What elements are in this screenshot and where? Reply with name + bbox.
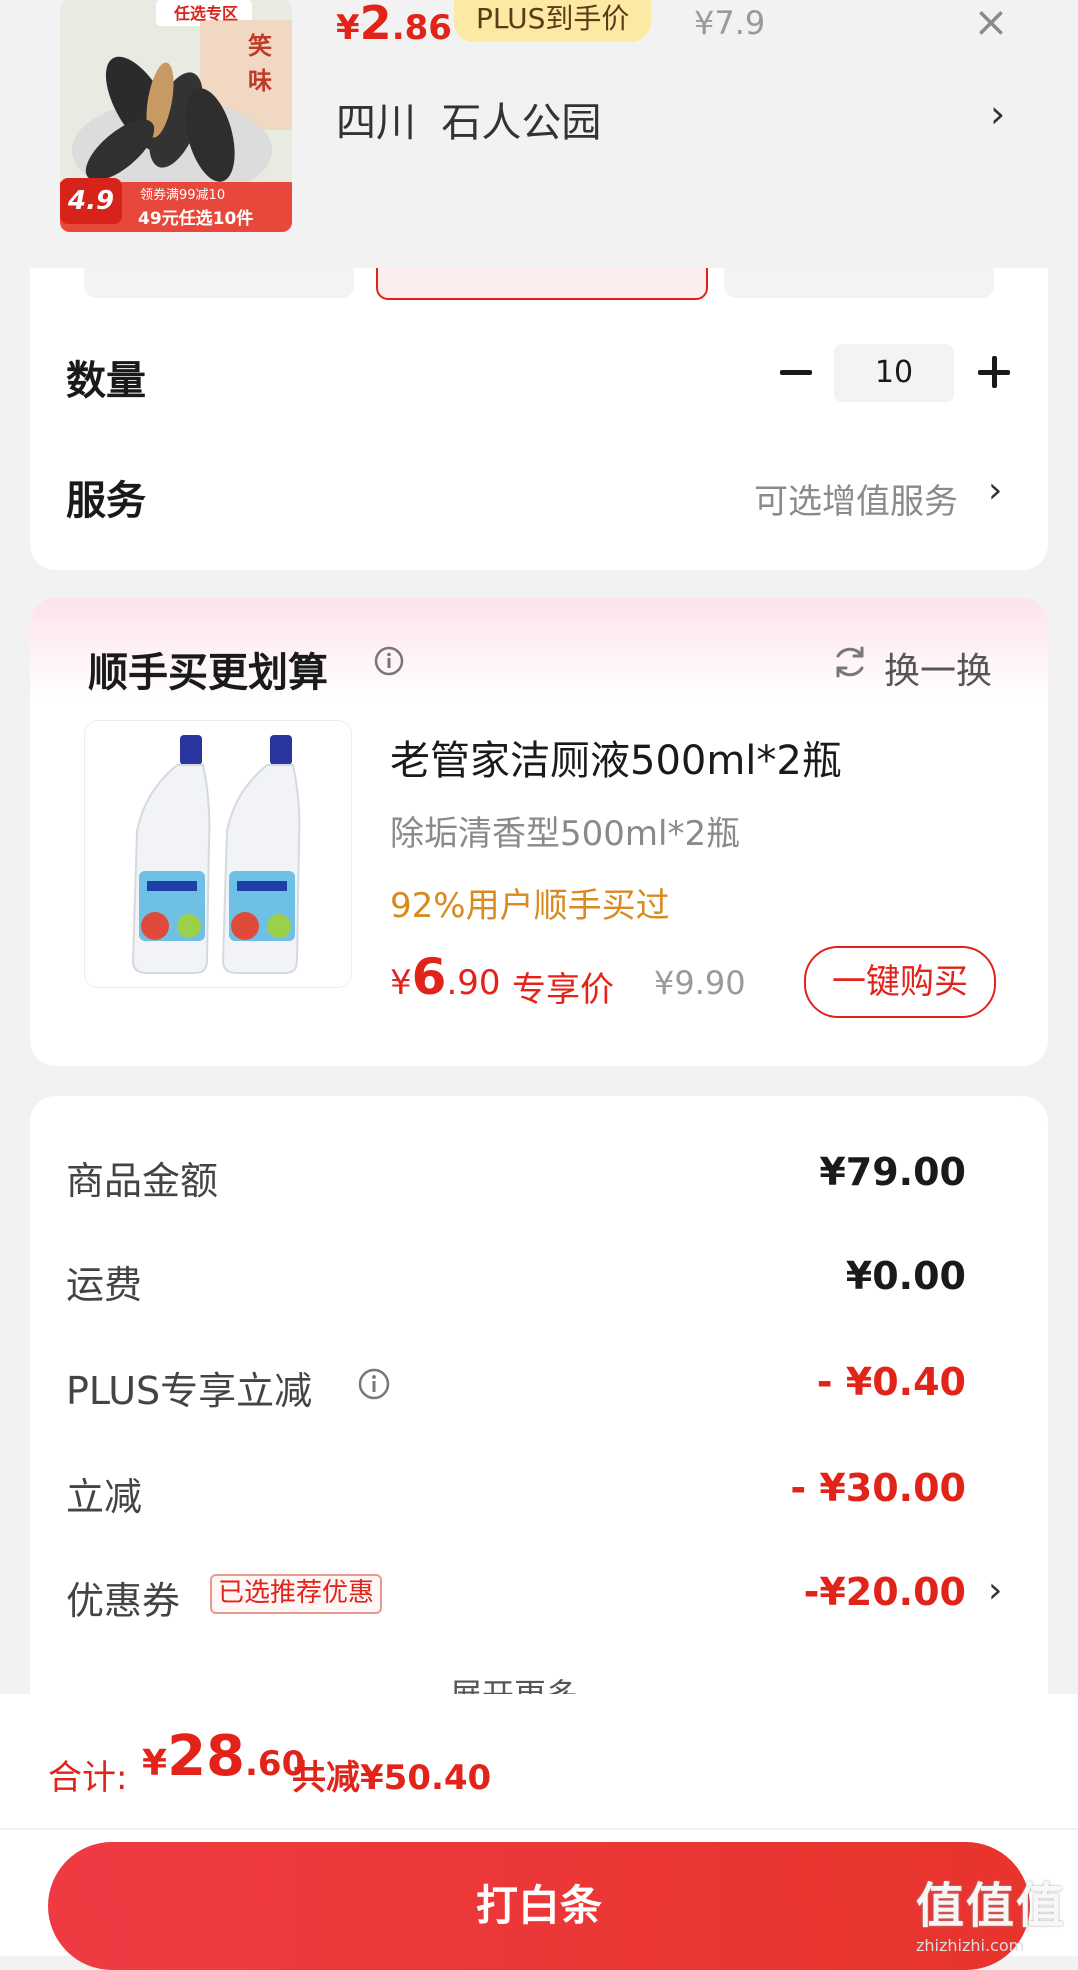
exclusive-price-label: 专享价 (512, 970, 614, 1010)
summary-value-goods-amount: ¥79.00 (819, 1150, 966, 1194)
info-icon[interactable] (374, 646, 404, 676)
summary-value-plus-discount: - ¥0.40 (816, 1360, 966, 1404)
watermark: 值值值 zhizhizhi.com (916, 1866, 1076, 1956)
thumb-top-tag: 任选专区 (174, 4, 239, 23)
close-icon[interactable]: × (964, 0, 1018, 46)
summary-value-instant-discount: - ¥30.00 (790, 1466, 966, 1510)
summary-label-plus-discount: PLUS专享立减 (66, 1369, 313, 1413)
price-integer: 6 (411, 948, 447, 1006)
price-decimal: .86 (391, 8, 452, 48)
watermark-text: 值值值 (916, 1878, 1067, 1934)
summary-value-coupon[interactable]: -¥20.00 (804, 1570, 966, 1614)
plus-price-tag: PLUS到手价 (454, 0, 652, 42)
quantity-input[interactable]: 10 (834, 344, 954, 402)
summary-value-shipping: ¥0.00 (845, 1254, 966, 1298)
product-spec: 除垢清香型500ml*2瓶 (390, 814, 741, 854)
coupon-chevron-right-icon[interactable]: › (988, 1570, 1002, 1611)
quantity-label: 数量 (66, 358, 146, 404)
spec-option-selected[interactable] (376, 268, 708, 300)
one-click-buy-button[interactable]: 一键购买 (804, 946, 996, 1018)
social-proof-text: 92%用户顺手买过 (390, 886, 670, 926)
thumb-rating: 4.9 (68, 186, 115, 216)
plus-price: ¥2.86 (336, 0, 452, 50)
refresh-icon[interactable] (830, 642, 870, 682)
summary-label-goods-amount: 商品金额 (66, 1159, 219, 1203)
price-currency: ¥ (336, 8, 360, 48)
submit-order-button[interactable]: 打白条 (48, 1842, 1030, 1970)
product-name[interactable]: 老管家洁厕液500ml*2瓶 (390, 728, 842, 786)
location-chevron-right-icon[interactable]: › (990, 92, 1005, 136)
coupon-recommended-badge: 已选推荐优惠 (210, 1574, 383, 1614)
price-decimal: .90 (446, 963, 501, 1003)
thumb-side-text: 笑味 (248, 32, 272, 95)
thumb-coupon-text: 领券满99减10 (140, 188, 226, 203)
summary-label-instant-discount: 立减 (66, 1475, 143, 1519)
product-thumbnail: 任选专区 笑味 4.9 领券满99减10 49元任选10件 (60, 0, 292, 232)
product-price: ¥6.90 (390, 948, 501, 1006)
service-label: 服务 (66, 478, 146, 524)
delivery-location[interactable]: 四川 石人公园 (336, 90, 601, 148)
total-label: 合计: (48, 1758, 128, 1798)
spec-option[interactable] (724, 268, 994, 298)
plus-icon[interactable] (974, 346, 1018, 396)
divider (0, 1828, 1078, 1830)
watermark-domain: zhizhizhi.com (916, 1936, 1025, 1955)
price-currency: ¥ (390, 963, 412, 1003)
total-price: ¥28.60 (142, 1724, 305, 1789)
swap-button[interactable]: 换一换 (884, 642, 992, 694)
original-price: ¥7.9 (694, 4, 766, 42)
info-icon[interactable] (358, 1368, 390, 1400)
minus-icon[interactable] (776, 346, 820, 396)
total-currency: ¥ (142, 1743, 168, 1784)
service-value[interactable]: 可选增值服务 (754, 474, 958, 523)
options-card (30, 268, 1048, 570)
bundle-title: 顺手买更划算 (88, 650, 328, 696)
total-saved: 共减¥50.40 (292, 1758, 492, 1798)
thumb-promo-text: 49元任选10件 (138, 209, 254, 229)
price-integer: 2 (359, 0, 392, 50)
toilet-cleaner-bottles-image (85, 721, 351, 987)
product-image[interactable] (84, 720, 352, 988)
product-original-price: ¥9.90 (654, 964, 746, 1002)
total-integer: 28 (167, 1724, 245, 1789)
summary-label-shipping: 运费 (66, 1263, 143, 1307)
spec-option[interactable] (84, 268, 354, 298)
service-chevron-right-icon[interactable]: › (988, 470, 1002, 511)
summary-label-coupon: 优惠券 (66, 1579, 181, 1623)
